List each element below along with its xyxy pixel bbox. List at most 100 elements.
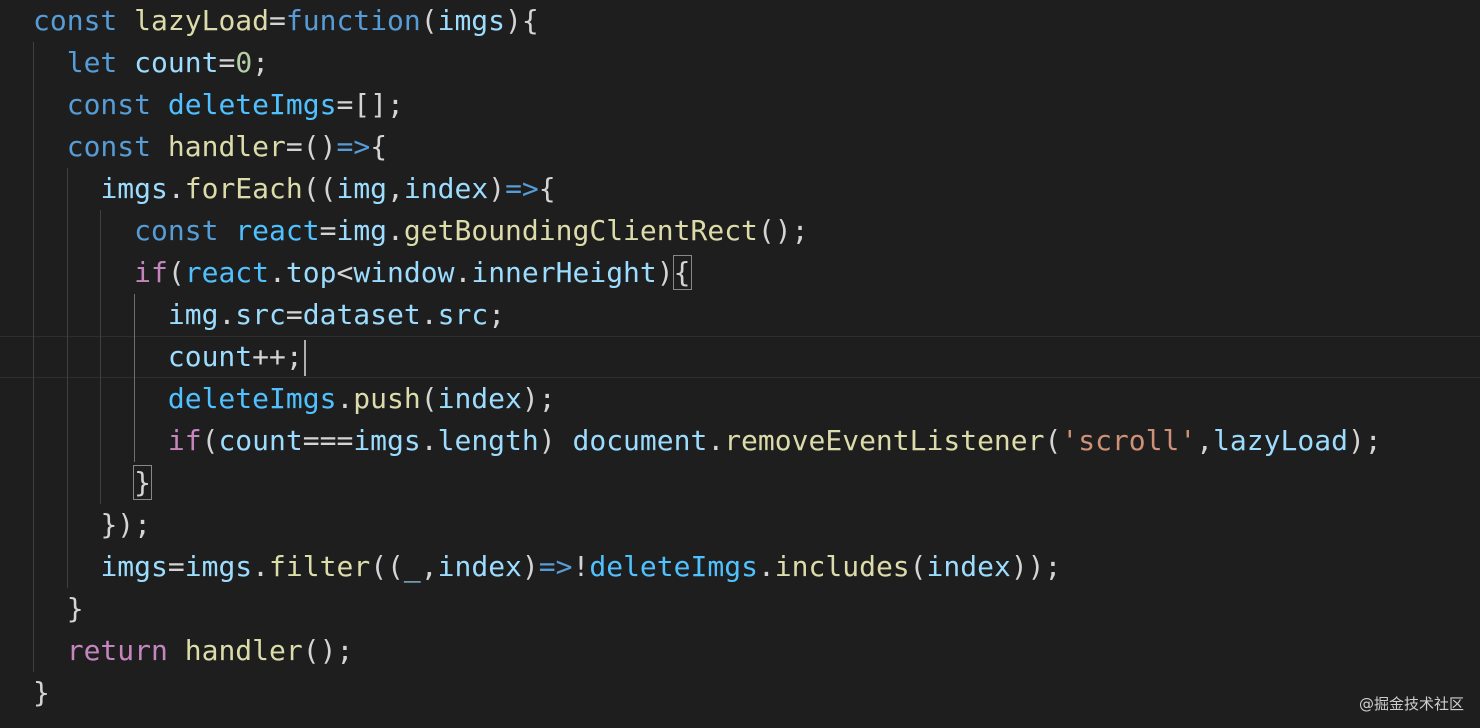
code-area[interactable]: const lazyLoad=function(imgs){ let count…: [0, 0, 1480, 714]
code-token: imgs: [437, 4, 506, 37]
indent-guide: [33, 336, 34, 378]
indent-guide: [33, 546, 34, 588]
code-token: react: [184, 256, 270, 289]
indent-guide: [66, 462, 68, 504]
code-token: removeEventListener: [724, 424, 1045, 457]
code-token: lazyLoad: [1213, 424, 1348, 457]
code-token: 0: [235, 46, 253, 79]
code-token: img: [336, 172, 388, 205]
code-line[interactable]: });: [0, 504, 1480, 546]
code-token: =: [167, 550, 185, 583]
code-line[interactable]: img.src=dataset.src;: [0, 294, 1480, 336]
code-line[interactable]: if(react.top<window.innerHeight){: [0, 252, 1480, 294]
code-line[interactable]: }: [0, 588, 1480, 630]
indent-guide: [100, 462, 102, 504]
code-token: =(): [285, 130, 337, 163]
indent-guide: [66, 504, 68, 546]
code-token: =[];: [336, 88, 404, 121]
code-token: {: [538, 172, 556, 205]
code-token: index: [926, 550, 1011, 583]
code-token: top: [285, 256, 337, 289]
code-token: ((: [302, 172, 337, 205]
code-token: handler: [184, 634, 303, 667]
code-token: deleteImgs: [589, 550, 758, 583]
code-token: src: [437, 298, 489, 331]
code-token: =>: [538, 550, 573, 583]
code-token: .: [707, 424, 725, 457]
code-line[interactable]: return handler();: [0, 630, 1480, 672]
code-token: ;: [488, 298, 506, 331]
code-token: ): [488, 172, 506, 205]
code-line[interactable]: }: [0, 462, 1480, 504]
indent-guide: [100, 210, 102, 252]
code-token: .: [757, 550, 775, 583]
code-token: <: [336, 256, 354, 289]
code-token: ;: [252, 46, 270, 79]
code-token: ();: [757, 214, 809, 247]
indent-guide: [33, 210, 34, 252]
code-line[interactable]: const lazyLoad=function(imgs){: [0, 0, 1480, 42]
indent-guide: [33, 42, 34, 84]
indent-guide: [100, 336, 102, 378]
code-token: imgs: [100, 172, 168, 205]
code-line[interactable]: const deleteImgs=[];: [0, 84, 1480, 126]
code-token: const: [33, 4, 118, 37]
code-line[interactable]: deleteImgs.push(index);: [0, 378, 1480, 420]
indent-guide: [66, 294, 68, 336]
code-token: .: [336, 382, 354, 415]
code-token: innerHeight: [471, 256, 657, 289]
text-cursor: [303, 340, 306, 376]
code-token: .: [454, 256, 472, 289]
code-token: =: [218, 46, 236, 79]
code-token: lazyLoad: [134, 4, 270, 37]
indent-guide: [33, 420, 34, 462]
code-line[interactable]: const react=img.getBoundingClientRect();: [0, 210, 1480, 252]
code-token: index: [437, 382, 522, 415]
code-line[interactable]: const handler=()=>{: [0, 126, 1480, 168]
code-editor[interactable]: const lazyLoad=function(imgs){ let count…: [0, 0, 1480, 728]
code-line[interactable]: if(count===imgs.length) document.removeE…: [0, 420, 1480, 462]
indent-guide: [66, 252, 68, 294]
indent-guide: [133, 294, 135, 336]
code-token: forEach: [184, 172, 303, 205]
indent-guide: [100, 252, 102, 294]
code-token: (: [909, 550, 927, 583]
indent-guide: [33, 294, 34, 336]
code-token: ++;: [252, 340, 303, 373]
code-token: _: [403, 550, 421, 583]
indent-guide: [66, 546, 68, 588]
indent-guide: [66, 378, 68, 420]
code-token: imgs: [184, 550, 253, 583]
code-token: );: [1347, 424, 1382, 457]
code-token: includes: [774, 550, 910, 583]
code-token: ,: [420, 550, 438, 583]
code-token: document: [572, 424, 708, 457]
code-token: .: [218, 298, 236, 331]
code-token: (: [420, 4, 438, 37]
code-line[interactable]: imgs.forEach((img,index)=>{: [0, 168, 1480, 210]
code-token: {: [370, 130, 388, 163]
code-line[interactable]: }: [0, 672, 1480, 714]
code-token: getBoundingClientRect: [403, 214, 758, 247]
code-token: });: [100, 508, 152, 541]
watermark: @掘金技术社区: [1358, 695, 1464, 713]
code-token: .: [269, 256, 286, 289]
code-token: }: [33, 676, 50, 709]
code-token: }: [66, 592, 84, 625]
code-line[interactable]: imgs=imgs.filter((_,index)=>!deleteImgs.…: [0, 546, 1480, 588]
code-token: (: [201, 424, 219, 457]
code-token: deleteImgs: [167, 88, 337, 121]
indent-guide: [133, 336, 135, 378]
indent-guide: [33, 378, 34, 420]
code-line[interactable]: let count=0;: [0, 42, 1480, 84]
code-token: ,: [387, 172, 404, 205]
code-token: .: [420, 298, 438, 331]
indent-guide: [33, 168, 34, 210]
code-line[interactable]: count++;: [0, 336, 1480, 378]
